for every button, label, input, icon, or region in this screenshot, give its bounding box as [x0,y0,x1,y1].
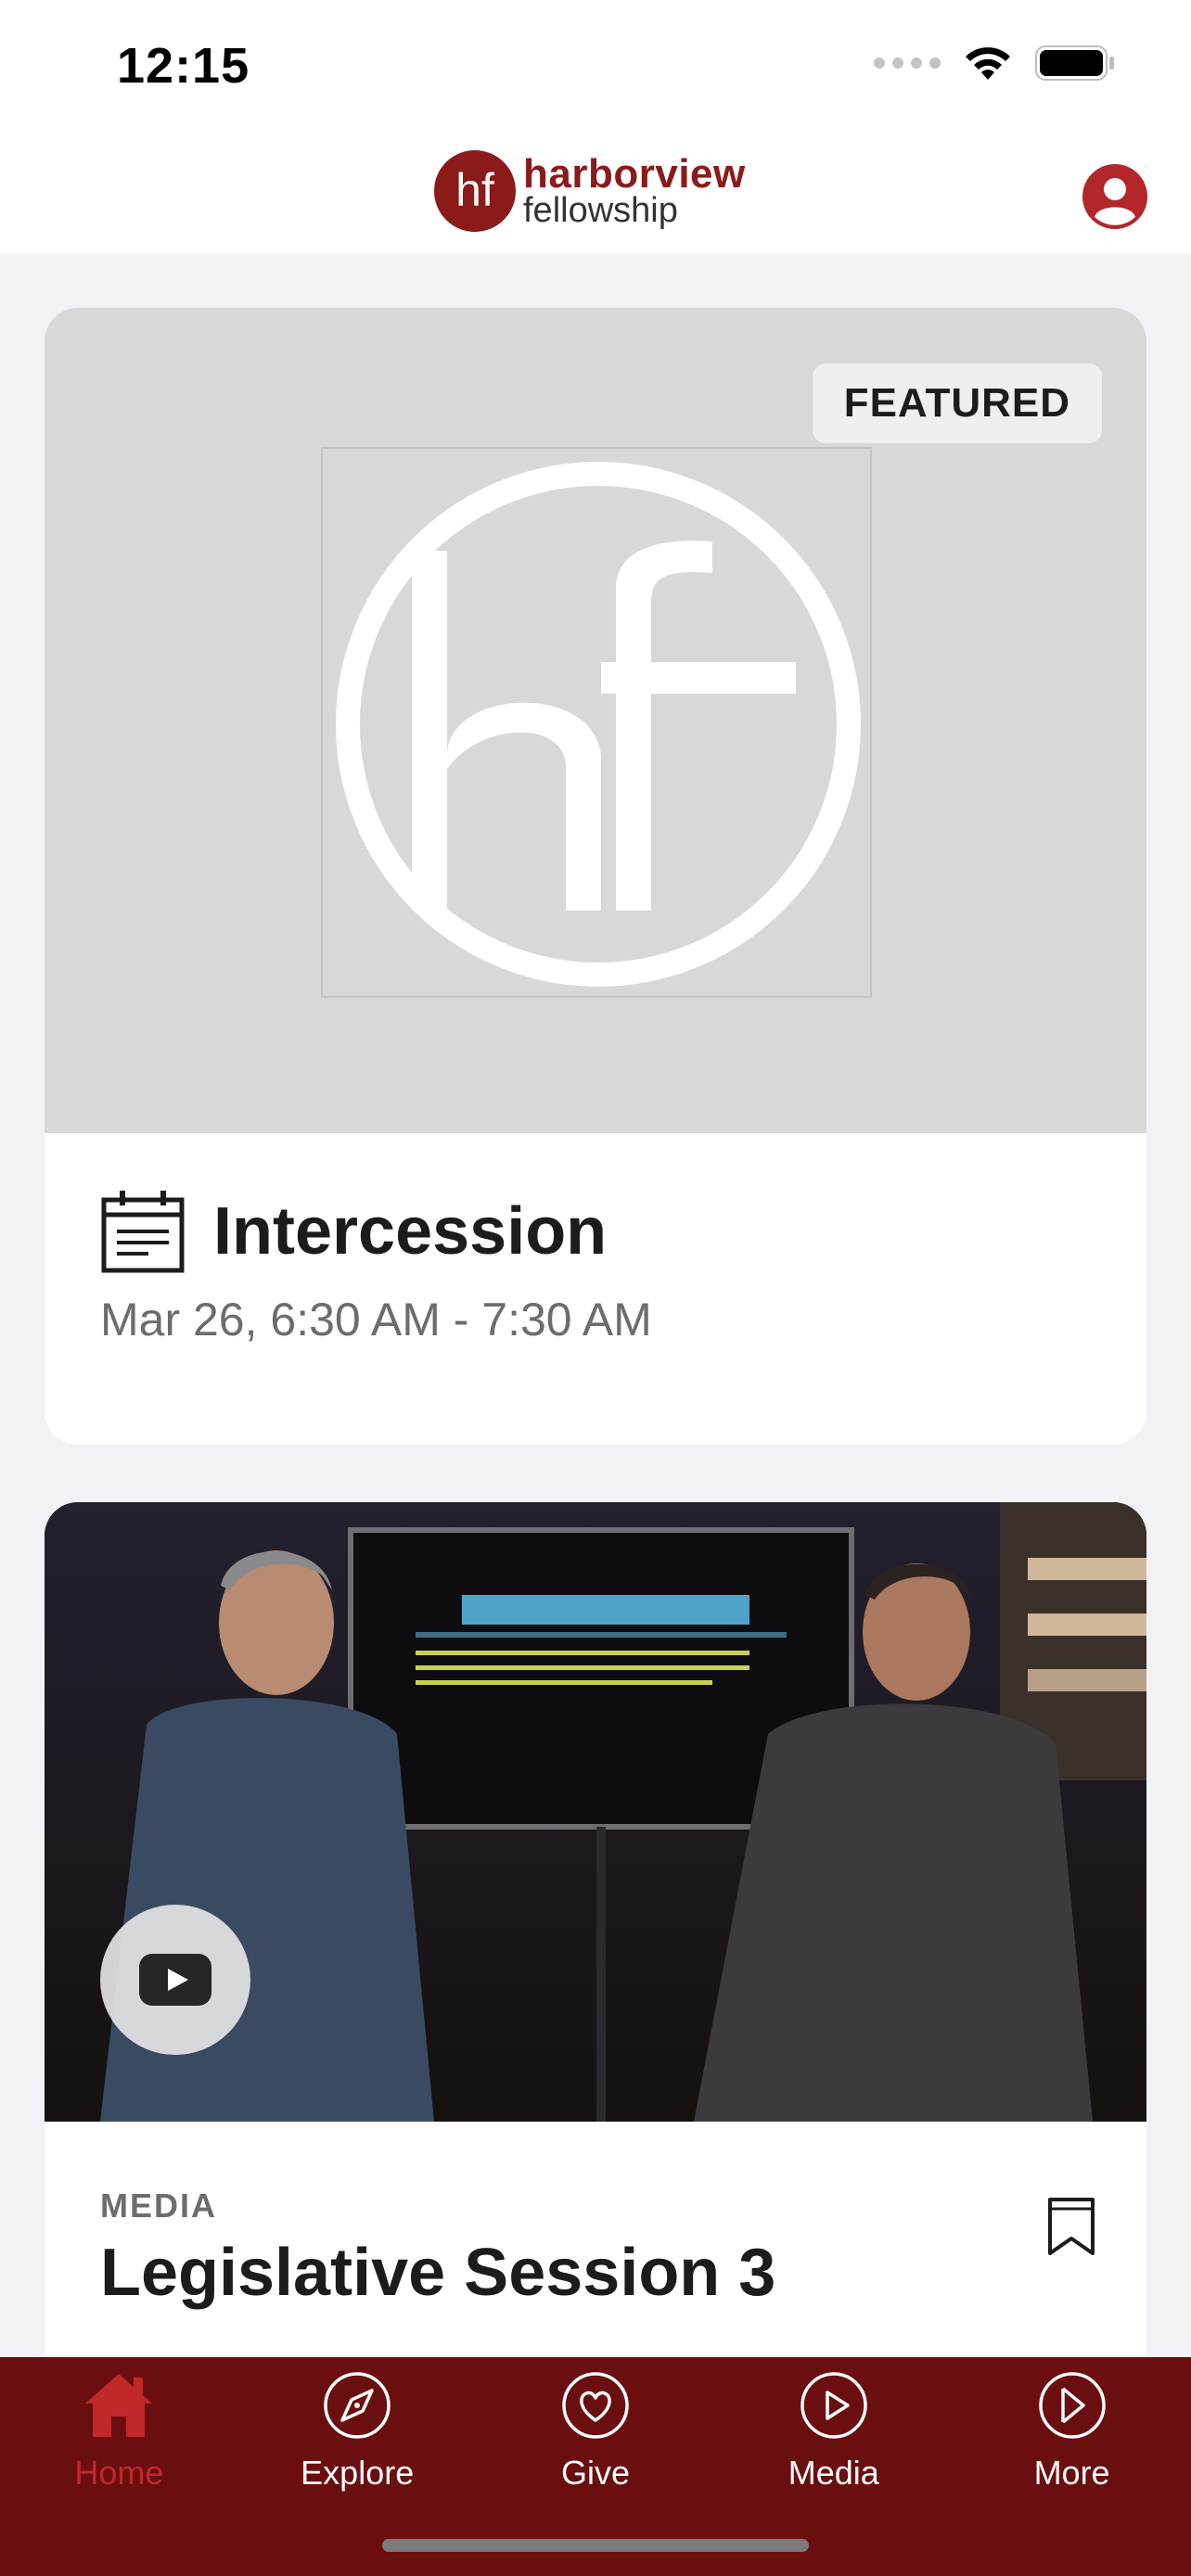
featured-event-card[interactable]: FEATURED Intercession Mar 26, 6:30 AM - … [45,308,1146,1445]
cellular-signal-icon [874,57,941,69]
tab-label-media: Media [788,2454,879,2492]
person-icon [1082,164,1147,229]
harborview-logo[interactable]: hf harborview fellowship [432,148,746,234]
youtube-play-icon [139,1954,211,2006]
featured-badge: FEATURED [812,363,1102,443]
media-kicker: MEDIA [100,2187,217,2225]
status-bar: 12:15 [0,0,1191,130]
tab-label-home: Home [74,2454,164,2492]
bookmark-icon [1048,2198,1095,2255]
bookmark-button[interactable] [1046,2196,1096,2262]
tab-more[interactable]: More [953,2357,1191,2576]
home-indicator [382,2539,809,2552]
compass-icon [322,2370,392,2441]
home-icon [83,2370,154,2441]
hf-logo-placeholder [321,447,872,998]
event-title: Intercession [213,1194,608,1269]
tab-home[interactable]: Home [0,2357,238,2576]
status-icons [874,45,1115,82]
logo-line-fellowship: fellowship [523,191,678,230]
tab-label-give: Give [560,2454,630,2492]
logo-line-harborview: harborview [523,151,746,197]
event-header: Intercession [100,1189,607,1274]
heart-icon [560,2370,631,2441]
play-video-button[interactable] [100,1905,250,2055]
tab-label-explore: Explore [301,2454,415,2492]
media-title: Legislative Session 3 [100,2236,776,2310]
app-header: hf harborview fellowship [0,130,1191,254]
play-icon [799,2370,869,2441]
hf-logo-mark: hf [434,150,516,232]
chevron-right-icon [1037,2370,1108,2441]
event-time: Mar 26, 6:30 AM - 7:30 AM [100,1294,652,1345]
logo-text: harborview fellowship [523,151,746,230]
media-thumbnail [45,1502,1146,2122]
status-time: 12:15 [117,38,250,94]
wifi-icon [966,47,1010,80]
battery-icon [1035,45,1114,81]
tab-label-more: More [1033,2454,1110,2492]
profile-button[interactable] [1082,163,1148,230]
featured-image: FEATURED [45,308,1146,1133]
svg-text:hf: hf [455,164,494,216]
calendar-icon [101,1191,185,1273]
